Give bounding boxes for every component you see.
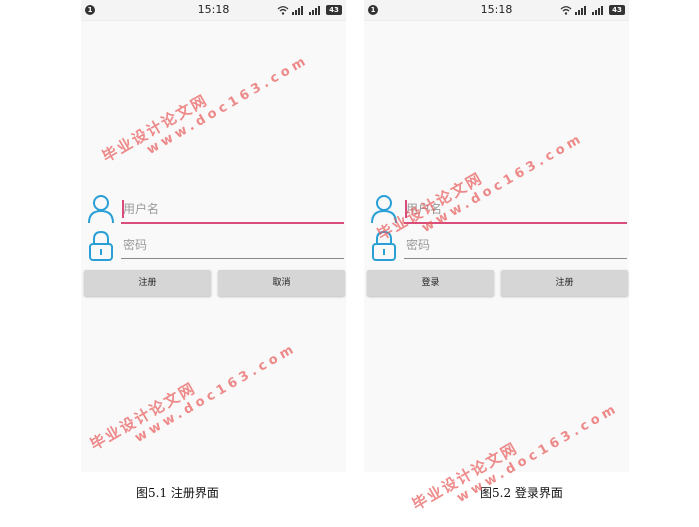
status-bar: 1 15:18 43 — [364, 0, 629, 21]
signal-icon — [309, 6, 320, 15]
user-icon — [88, 195, 114, 224]
battery-icon: 43 — [609, 5, 625, 15]
login-button[interactable]: 登录 — [367, 270, 494, 296]
system-icons: 43 — [560, 4, 625, 16]
signal-icon — [292, 6, 303, 15]
text-cursor — [122, 200, 124, 218]
password-underline — [404, 258, 627, 259]
username-underline — [121, 222, 344, 224]
figure-caption-login: 图5.2 登录界面 — [480, 486, 563, 500]
username-input[interactable] — [404, 198, 627, 220]
lock-icon — [89, 230, 113, 261]
lock-icon — [372, 230, 396, 261]
user-icon — [371, 195, 397, 224]
password-underline — [121, 258, 344, 259]
username-underline — [404, 222, 627, 224]
username-row — [364, 194, 629, 228]
status-bar: 1 15:18 43 — [81, 0, 346, 21]
username-row — [81, 194, 346, 228]
system-icons: 43 — [277, 4, 342, 16]
battery-icon: 43 — [326, 5, 342, 15]
signal-icon — [575, 6, 586, 15]
password-input[interactable] — [404, 234, 627, 256]
password-row — [364, 230, 629, 264]
register-button[interactable]: 注册 — [501, 270, 628, 296]
cancel-button[interactable]: 取消 — [218, 270, 345, 296]
wifi-icon — [277, 6, 289, 15]
username-input[interactable] — [121, 198, 344, 220]
password-row — [81, 230, 346, 264]
figure-caption-register: 图5.1 注册界面 — [136, 486, 219, 500]
signal-icon — [592, 6, 603, 15]
password-input[interactable] — [121, 234, 344, 256]
wifi-icon — [560, 6, 572, 15]
register-screen: 1 15:18 43 用户名 注册 取消 — [81, 0, 346, 472]
register-button[interactable]: 注册 — [84, 270, 211, 296]
login-screen: 1 15:18 43 用户名 登录 注册 — [364, 0, 629, 472]
text-cursor — [405, 200, 407, 218]
